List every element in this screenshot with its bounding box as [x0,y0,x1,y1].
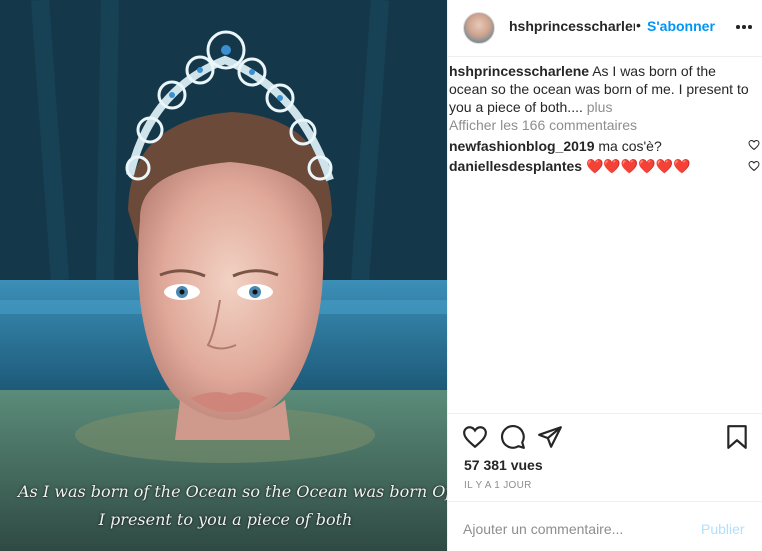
comment-text: ❤️❤️❤️❤️❤️❤️ [585,158,691,174]
publish-button[interactable]: Publier [701,521,745,537]
avatar[interactable] [463,12,495,44]
bookmark-icon[interactable] [724,424,750,450]
caption-more-link[interactable]: plus [587,99,613,115]
post-image[interactable]: As I was born of the Ocean so the Ocean … [0,0,447,551]
comment-input[interactable] [463,521,683,537]
follow-button[interactable]: S'abonner [647,18,715,34]
header-username[interactable]: hshprincesscharlene [509,18,635,34]
image-caption-line-2: I present to you a piece of both [98,510,353,529]
header-separator: • [636,17,641,33]
image-caption-overlay: As I was born of the Ocean so the Ocean … [18,478,447,534]
add-comment-bar: Publier [448,501,762,551]
comment-icon[interactable] [500,424,526,450]
comment-username[interactable]: newfashionblog_2019 [449,138,594,154]
comment-text: ma cos'è? [598,138,662,154]
image-caption-line-1: As I was born of the Ocean so the Ocean … [18,482,447,501]
caption: hshprincesscharlene As I was born of the… [449,62,749,116]
post-timestamp[interactable]: IL Y A 1 JOUR [464,480,532,491]
small-heart-icon[interactable] [748,160,760,172]
post-side-panel: hshprincesscharlene • S'abonner hshprinc… [447,0,762,551]
caption-username[interactable]: hshprincesscharlene [449,63,589,79]
views-count[interactable]: 57 381 vues [464,457,543,473]
view-all-comments-link[interactable]: Afficher les 166 commentaires [449,117,637,133]
post-header: hshprincesscharlene • S'abonner [448,0,762,57]
comment-item: daniellesdesplantes ❤️❤️❤️❤️❤️❤️ [449,158,749,175]
portrait-illustration [0,0,447,551]
more-horizontal-icon[interactable] [736,24,752,30]
comment-item: newfashionblog_2019 ma cos'è? [449,138,749,154]
share-icon[interactable] [537,424,563,450]
heart-icon[interactable] [462,424,488,450]
post-actions: 57 381 vues IL Y A 1 JOUR Publier [448,413,762,550]
small-heart-icon[interactable] [748,139,760,151]
comment-username[interactable]: daniellesdesplantes [449,158,582,174]
